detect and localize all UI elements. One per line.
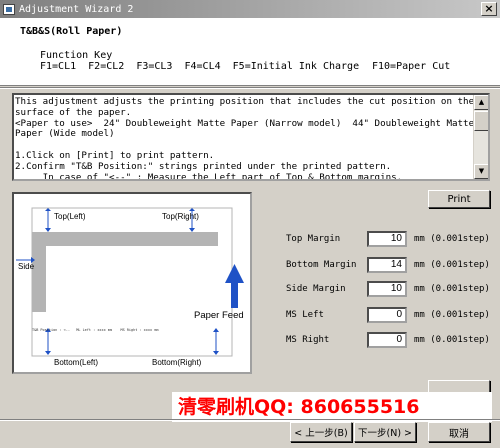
back-button[interactable]: < 上一步(B): [290, 422, 352, 442]
ms-left-field[interactable]: 0: [367, 307, 407, 323]
ms-right-unit: mm (0.001step): [414, 335, 490, 345]
page-title: T&B&S(Roll Paper): [20, 26, 123, 37]
margin-diagram-svg: [16, 207, 244, 357]
top-gray-band: [32, 232, 218, 246]
tb-position-line: T&B Position : <-- ML Left : xxxx mm MS …: [32, 328, 159, 332]
scroll-down-arrow-icon[interactable]: ▼: [474, 164, 488, 179]
side-margin-field[interactable]: 10: [367, 281, 407, 297]
footer-divider: [0, 419, 500, 421]
scroll-up-arrow-icon[interactable]: ▲: [474, 95, 488, 110]
scroll-thumb[interactable]: [474, 111, 488, 131]
header-panel: T&B&S(Roll Paper) Function Key F1=CL1 F2…: [0, 18, 500, 86]
bottom-margin-label: Bottom Margin: [286, 260, 357, 270]
paper-feed-arrow-shaft: [231, 282, 238, 308]
ms-right-field[interactable]: 0: [367, 332, 407, 348]
bottom-left-label: Bottom(Left): [54, 358, 99, 367]
description-textbox[interactable]: This adjustment adjusts the printing pos…: [12, 93, 490, 181]
next-button[interactable]: 下一步(N) >: [354, 422, 416, 442]
side-label: Side: [18, 262, 35, 271]
header-divider: [0, 87, 500, 89]
function-key-list: F1=CL1 F2=CL2 F3=CL3 F4=CL4 F5=Initial I…: [40, 61, 360, 72]
paper-feed-label: Paper Feed: [194, 310, 244, 321]
description-line: In case of "<--" : Measure the Left part…: [15, 171, 403, 181]
description-text: This adjustment adjusts the printing pos…: [15, 96, 475, 181]
description-line: surface of the paper.: [15, 106, 132, 118]
function-key-info: Function Key F1=CL1 F2=CL2 F3=CL3 F4=CL4…: [40, 50, 359, 72]
print-button[interactable]: Print: [428, 190, 490, 208]
function-key-label: Function Key: [40, 50, 113, 61]
top-margin-label: Top Margin: [286, 234, 341, 244]
title-bar: Adjustment Wizard 2 ×: [0, 0, 500, 18]
watermark-text: 清零刷机QQ: 860655516: [172, 392, 492, 422]
top-right-label: Top(Right): [162, 212, 199, 221]
top-left-label: Top(Left): [54, 212, 86, 221]
ms-left-label: MS Left: [286, 310, 324, 320]
bottom-right-label: Bottom(Right): [152, 358, 202, 367]
paper-outline: [31, 207, 233, 357]
top-margin-unit: mm (0.001step): [414, 234, 490, 244]
description-line: 2.Confirm "T&B Position:" strings printe…: [15, 160, 392, 172]
side-margin-unit: mm (0.001step): [414, 284, 490, 294]
app-icon: [3, 3, 15, 15]
bottom-margin-field[interactable]: 14: [367, 257, 407, 273]
ms-left-unit: mm (0.001step): [414, 310, 490, 320]
description-scrollbar[interactable]: ▲ ▼: [473, 95, 488, 179]
top-margin-field[interactable]: 10: [367, 231, 407, 247]
cancel-button[interactable]: 取消: [428, 422, 490, 442]
side-margin-label: Side Margin: [286, 284, 346, 294]
window-title: Adjustment Wizard 2: [19, 3, 134, 15]
right-gray-band: [204, 232, 218, 246]
f10-key-info: F10=Paper Cut: [372, 61, 451, 72]
close-button[interactable]: ×: [481, 2, 497, 16]
ms-right-label: MS Right: [286, 335, 330, 345]
left-gray-band: [32, 232, 46, 312]
bottom-margin-unit: mm (0.001step): [414, 260, 490, 270]
margin-diagram: Top(Left) Top(Right) Side Paper Feed T&B…: [12, 192, 252, 374]
description-line: Paper (Wide model): [15, 128, 115, 140]
